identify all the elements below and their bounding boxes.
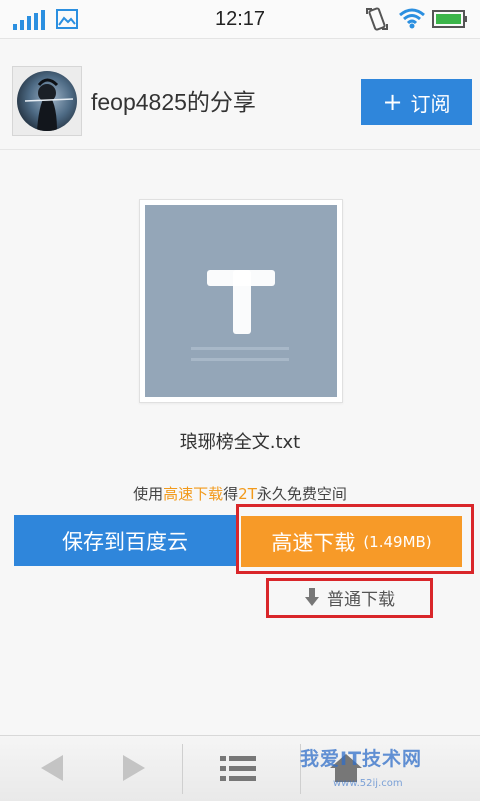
wifi-icon bbox=[399, 8, 425, 29]
promo-text: 使用高速下载得2T永久免费空间 bbox=[0, 483, 480, 504]
download-arrow-icon bbox=[305, 588, 319, 606]
forward-icon[interactable] bbox=[114, 750, 154, 786]
promo-highlight-storage: 2T bbox=[238, 485, 257, 503]
promo-prefix: 使用 bbox=[133, 485, 164, 503]
back-icon[interactable] bbox=[32, 750, 72, 786]
avatar[interactable] bbox=[12, 66, 82, 136]
share-header: feop4825的分享 + 订阅 bbox=[0, 39, 480, 150]
watermark: 我爱IT技术网 bbox=[300, 748, 423, 770]
file-name: 琅琊榜全文.txt bbox=[179, 432, 301, 453]
normal-download-link[interactable]: 普通下载 bbox=[270, 580, 430, 614]
battery-icon bbox=[432, 10, 467, 28]
subscribe-label: 订阅 bbox=[410, 91, 451, 116]
file-size: (1.49MB) bbox=[363, 532, 432, 551]
promo-middle: 得 bbox=[223, 485, 239, 503]
plus-icon: + bbox=[382, 88, 403, 116]
watermark-url: www.52ij.com bbox=[333, 778, 403, 789]
save-to-cloud-button[interactable]: 保存到百度云 bbox=[14, 515, 236, 566]
fast-download-label: 高速下载 bbox=[271, 530, 356, 555]
toolbar-divider bbox=[182, 744, 183, 794]
status-bar: 12:17 bbox=[0, 0, 480, 39]
share-title: feop4825的分享 bbox=[91, 89, 256, 115]
file-preview bbox=[139, 199, 343, 403]
avatar-image bbox=[17, 71, 77, 131]
txt-file-icon bbox=[145, 205, 337, 397]
normal-download-label: 普通下载 bbox=[327, 589, 395, 610]
promo-suffix: 永久免费空间 bbox=[256, 485, 347, 503]
menu-icon[interactable] bbox=[218, 750, 258, 786]
subscribe-button[interactable]: + 订阅 bbox=[361, 79, 472, 125]
promo-highlight-download[interactable]: 高速下载 bbox=[163, 485, 223, 503]
rotation-icon bbox=[366, 7, 388, 31]
fast-download-button[interactable]: 高速下载 (1.49MB) bbox=[241, 516, 462, 567]
